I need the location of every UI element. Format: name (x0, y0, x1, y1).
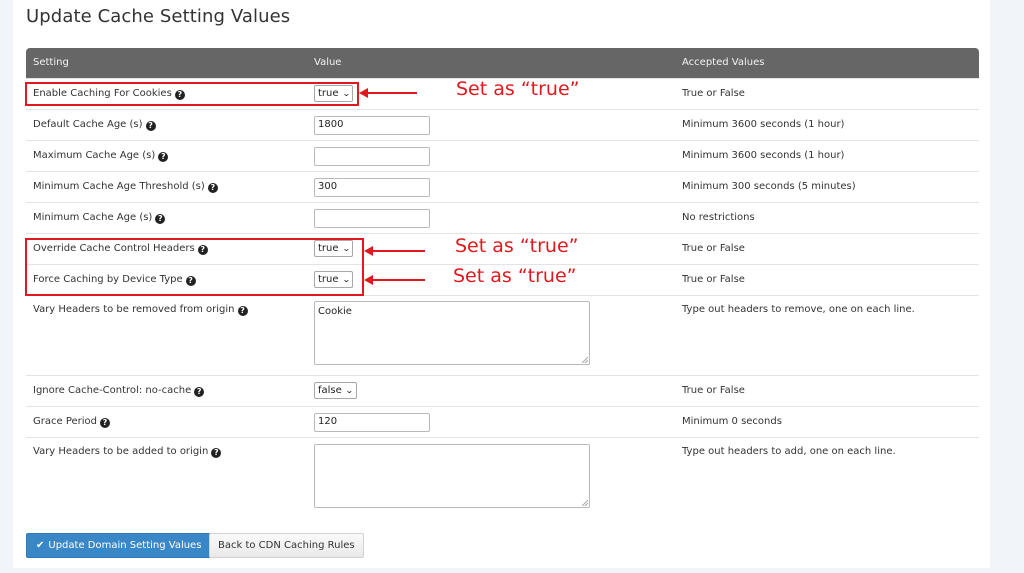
accepted-values: True or False (675, 77, 979, 109)
column-header-value: Value (307, 48, 675, 78)
setting-label-cell: Minimum Cache Age (s)? (26, 201, 307, 233)
annotation-highlight-box (25, 82, 359, 106)
accepted-values: No restrictions (675, 201, 979, 233)
help-icon[interactable]: ? (237, 305, 248, 316)
value-cell (307, 436, 675, 519)
maximum-cache-age-input[interactable] (314, 146, 430, 166)
resize-handle[interactable] (582, 499, 588, 506)
vary-headers-remove-textarea[interactable]: Cookie (314, 300, 590, 365)
value-cell (307, 139, 675, 171)
select-value: false (318, 384, 342, 396)
annotation-label: Set as “true” (455, 235, 579, 257)
accepted-values: Minimum 300 seconds (5 minutes) (675, 170, 979, 202)
value-cell (307, 201, 675, 233)
table-row: Default Cache Age (s)? 1800 Minimum 3600… (26, 108, 979, 140)
value-cell: 1800 (307, 108, 675, 140)
setting-label: Minimum Cache Age (s) (33, 211, 153, 223)
annotation-arrow (364, 246, 425, 256)
help-icon[interactable]: ? (100, 417, 110, 428)
chevron-down-icon: ⌄ (344, 385, 354, 395)
help-icon[interactable]: ? (194, 386, 205, 397)
annotation-label: Set as “true” (456, 78, 580, 100)
setting-label-cell: Grace Period? (26, 405, 307, 437)
setting-label-cell: Default Cache Age (s)? (26, 108, 307, 140)
setting-label: Vary Headers to be added to origin (33, 445, 209, 457)
accepted-values: Minimum 0 seconds (675, 405, 979, 437)
check-icon: ✔ (36, 540, 45, 551)
update-domain-setting-values-button[interactable]: ✔ Update Domain Setting Values (26, 533, 212, 558)
vary-headers-add-textarea[interactable] (314, 443, 590, 508)
help-icon[interactable]: ? (155, 213, 166, 224)
help-icon[interactable]: ? (158, 151, 169, 162)
resize-handle[interactable] (582, 356, 588, 363)
accepted-values: True or False (675, 232, 979, 264)
setting-label: Default Cache Age (s) (33, 118, 143, 130)
accepted-values: True or False (675, 374, 979, 406)
value-cell: Cookie (307, 294, 675, 375)
setting-label: Minimum Cache Age Threshold (s) (33, 180, 205, 192)
setting-label-cell: Vary Headers to be removed from origin? (26, 294, 307, 375)
textarea-value: Cookie (318, 305, 352, 317)
setting-label-cell: Minimum Cache Age Threshold (s)? (26, 170, 307, 202)
value-cell: false ⌄ (307, 374, 675, 406)
accepted-values: True or False (675, 263, 979, 295)
update-button-label: Update Domain Setting Values (48, 540, 202, 551)
setting-label-cell: Maximum Cache Age (s)? (26, 139, 307, 171)
grace-period-input[interactable]: 120 (314, 412, 430, 432)
column-header-setting: Setting (26, 48, 307, 78)
default-cache-age-input[interactable]: 1800 (314, 115, 430, 135)
column-header-accepted-values: Accepted Values (675, 48, 979, 78)
table-row: Maximum Cache Age (s)? Minimum 3600 seco… (26, 139, 979, 171)
minimum-cache-age-input[interactable] (314, 208, 430, 228)
annotation-arrow (364, 275, 425, 285)
setting-label: Vary Headers to be removed from origin (33, 303, 235, 315)
page-title: Update Cache Setting Values (26, 6, 291, 27)
annotation-arrow (359, 88, 417, 98)
table-row: Minimum Cache Age Threshold (s)? 300 Min… (26, 170, 979, 202)
accepted-values: Type out headers to add, one on each lin… (675, 436, 979, 519)
setting-label-cell: Vary Headers to be added to origin? (26, 436, 307, 519)
setting-label: Ignore Cache-Control: no-cache (33, 384, 192, 396)
table-row: Minimum Cache Age (s)? No restrictions (26, 201, 979, 233)
table-row: Grace Period? 120 Minimum 0 seconds (26, 405, 979, 437)
ignore-cache-control-no-cache-select[interactable]: false ⌄ (314, 381, 357, 399)
annotation-highlight-box (25, 238, 364, 296)
back-to-cdn-caching-rules-button[interactable]: Back to CDN Caching Rules (209, 533, 364, 558)
minimum-cache-age-threshold-input[interactable]: 300 (314, 177, 430, 197)
help-icon[interactable]: ? (207, 182, 218, 193)
value-cell: 300 (307, 170, 675, 202)
table-row: Ignore Cache-Control: no-cache? false ⌄ T… (26, 374, 979, 406)
accepted-values: Type out headers to remove, one on each … (675, 294, 979, 375)
annotation-label: Set as “true” (453, 265, 577, 287)
value-cell: 120 (307, 405, 675, 437)
table-row: Vary Headers to be added to origin? Type… (26, 436, 979, 519)
help-icon[interactable]: ? (145, 120, 156, 131)
help-icon[interactable]: ? (211, 447, 222, 458)
table-row: Vary Headers to be removed from origin? … (26, 294, 979, 375)
accepted-values: Minimum 3600 seconds (1 hour) (675, 108, 979, 140)
accepted-values: Minimum 3600 seconds (1 hour) (675, 139, 979, 171)
setting-label: Maximum Cache Age (s) (33, 149, 156, 161)
setting-label: Grace Period (33, 415, 97, 427)
table-header-row: Setting Value Accepted Values (26, 48, 979, 78)
setting-label-cell: Ignore Cache-Control: no-cache? (26, 374, 307, 406)
